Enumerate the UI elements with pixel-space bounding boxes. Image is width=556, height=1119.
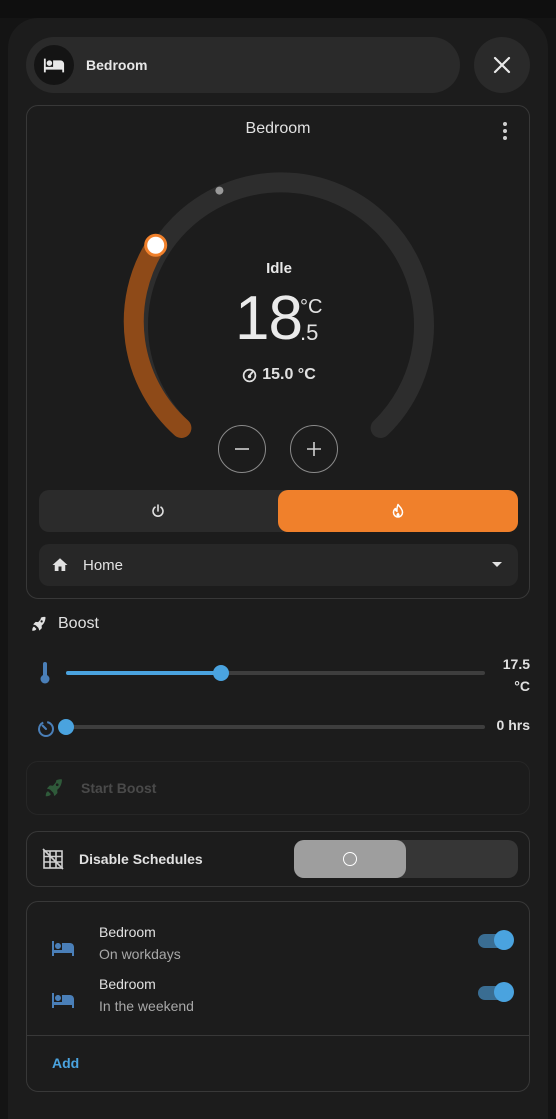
thermometer-gauge-icon xyxy=(242,368,257,382)
bed-icon xyxy=(34,45,74,85)
calendar-off-icon xyxy=(42,848,64,870)
toggle-on-segment[interactable] xyxy=(294,840,406,878)
schedule-subtitle: On workdays xyxy=(99,946,181,962)
schedule-name: Bedroom xyxy=(99,976,156,992)
increase-temp-button[interactable] xyxy=(290,425,338,473)
target-unit: °C xyxy=(300,296,323,318)
boost-temp-unit: °C xyxy=(514,678,530,694)
boost-duration-slider-handle[interactable] xyxy=(58,719,74,735)
boost-duration-slider-track[interactable] xyxy=(66,725,485,729)
boost-duration-row: 0 hrs xyxy=(36,714,530,740)
add-schedule-button[interactable]: Add xyxy=(52,1055,79,1071)
bed-icon xyxy=(52,993,74,1008)
target-temperature: 18 xyxy=(235,284,303,353)
preset-value: Home xyxy=(83,556,124,574)
flame-icon xyxy=(392,503,404,518)
schedule-row[interactable]: Bedroom On workdays xyxy=(27,924,531,974)
rocket-icon xyxy=(45,779,62,797)
hvac-mode-selector xyxy=(39,490,518,532)
boost-title: Boost xyxy=(58,615,99,632)
divider xyxy=(27,1035,529,1036)
disable-schedules-card: Disable Schedules xyxy=(26,831,530,887)
chevron-down-icon xyxy=(492,562,502,567)
target-decimal: .5 xyxy=(300,320,319,345)
mode-off-button[interactable] xyxy=(39,490,277,532)
bed-icon xyxy=(52,941,74,956)
preset-select[interactable]: Home xyxy=(39,544,518,586)
thermometer-icon xyxy=(40,662,50,684)
schedule-enable-toggle[interactable] xyxy=(478,982,514,1002)
boost-temperature-row: 17.5 °C xyxy=(36,651,530,694)
home-icon xyxy=(52,558,68,571)
start-boost-label: Start Boost xyxy=(81,780,157,796)
entity-header-chip[interactable]: Bedroom xyxy=(26,37,460,93)
circle-icon xyxy=(343,852,357,866)
timer-icon xyxy=(38,721,54,737)
rocket-icon xyxy=(32,616,46,631)
close-button[interactable] xyxy=(474,37,530,93)
boost-header: Boost xyxy=(30,615,99,633)
boost-temp-number: 17.5 xyxy=(502,656,530,672)
minus-icon xyxy=(235,448,249,450)
schedule-enable-toggle[interactable] xyxy=(478,930,514,950)
boost-temp-value: 17.5 °C xyxy=(490,653,530,697)
disable-schedules-toggle[interactable] xyxy=(294,840,518,878)
power-icon xyxy=(152,504,164,517)
target-handle xyxy=(144,233,168,257)
schedule-row[interactable]: Bedroom In the weekend xyxy=(27,976,531,1026)
close-icon xyxy=(493,56,511,74)
thermostat-card: Bedroom Idle 18 °C .5 15.0 °C Home xyxy=(26,105,530,599)
disable-schedules-label: Disable Schedules xyxy=(79,851,203,867)
current-temp-marker xyxy=(215,186,224,195)
mode-heat-button[interactable] xyxy=(278,490,518,532)
decrease-temp-button[interactable] xyxy=(218,425,266,473)
plus-icon xyxy=(307,442,321,456)
schedule-subtitle: In the weekend xyxy=(99,998,194,1014)
hvac-state: Idle xyxy=(266,260,292,277)
top-strip xyxy=(0,0,556,18)
boost-duration-value: 0 hrs xyxy=(496,717,530,733)
header-title: Bedroom xyxy=(86,57,148,73)
start-boost-button[interactable]: Start Boost xyxy=(26,761,530,815)
current-temperature-value: 15.0 °C xyxy=(262,366,316,383)
current-temperature: 15.0 °C xyxy=(27,366,531,384)
boost-temp-slider-handle[interactable] xyxy=(213,665,230,681)
schedule-name: Bedroom xyxy=(99,924,156,940)
boost-temp-slider-fill xyxy=(66,671,222,675)
schedules-list-card: Bedroom On workdays Bedroom In the weeke… xyxy=(26,901,530,1092)
